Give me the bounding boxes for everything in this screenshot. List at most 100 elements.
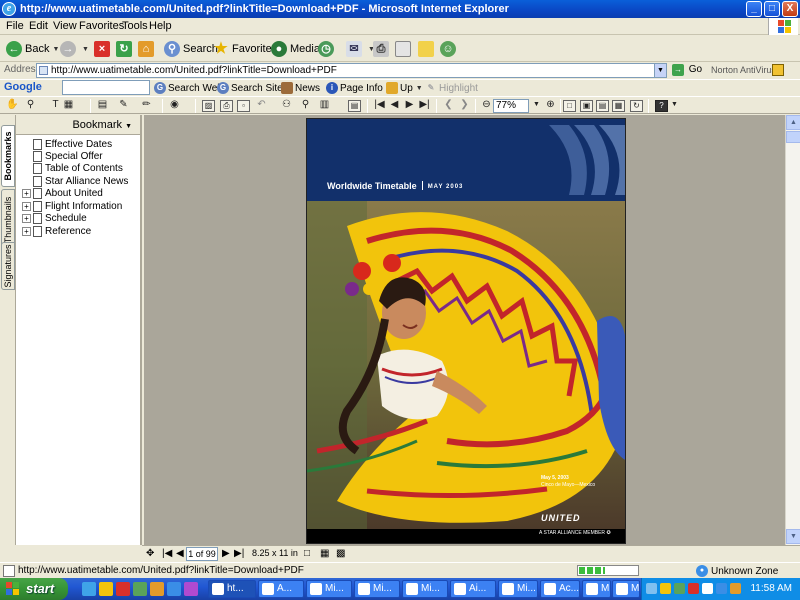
media-button[interactable]: ● Media (271, 39, 320, 59)
up-dropdown-icon[interactable]: ▼ (416, 85, 423, 92)
task-button[interactable]: Mi... (306, 580, 352, 598)
discuss-button[interactable] (418, 39, 437, 59)
address-dropdown-button[interactable]: ▼ (654, 63, 667, 78)
scroll-up-button[interactable]: ▲ (786, 115, 800, 130)
first-page-button[interactable]: |◀ (162, 548, 172, 559)
move-pane-icon[interactable]: ✥ (146, 548, 154, 559)
tray-app-icon[interactable] (674, 583, 685, 594)
close-button[interactable]: X (782, 1, 798, 17)
note-tool-icon[interactable]: ▤ (96, 100, 109, 112)
tray-norton-icon[interactable] (660, 583, 671, 594)
continuous-icon[interactable]: ▦ (320, 548, 329, 559)
task-button[interactable]: Mi... (402, 580, 448, 598)
search-button[interactable]: ⚲ Search (164, 39, 218, 59)
task-button[interactable]: Mi... (498, 580, 538, 598)
title-bar[interactable]: e http://www.uatimetable.com/United.pdf?… (0, 0, 800, 18)
zoom-dropdown-icon[interactable]: ▼ (530, 100, 543, 112)
menu-edit[interactable]: Edit (29, 20, 48, 32)
bookmark-item[interactable]: Special Offer (22, 150, 103, 162)
address-input[interactable]: http://www.uatimetable.com/United.pdf?li… (36, 63, 667, 78)
find-binoculars-icon[interactable]: ⚇ (280, 100, 293, 112)
first-page-icon[interactable]: |◀ (373, 100, 386, 112)
tray-alert-icon[interactable] (688, 583, 699, 594)
home-button[interactable]: ⌂ (138, 39, 157, 59)
clock[interactable]: 11:58 AM (750, 583, 792, 594)
scroll-down-button[interactable]: ▼ (786, 529, 800, 544)
menu-file[interactable]: File (6, 20, 24, 32)
menu-favorites[interactable]: Favorites (79, 20, 124, 32)
single-page-icon[interactable]: □ (304, 548, 310, 559)
task-button[interactable]: Mi... (582, 580, 611, 598)
expand-icon[interactable]: + (22, 213, 31, 223)
mail-button[interactable]: ✉ ▼ (346, 39, 375, 59)
reflow-icon[interactable]: ▦ (612, 100, 625, 112)
scroll-thumb[interactable] (786, 131, 800, 143)
hand-tool-icon[interactable]: ✋ (6, 100, 19, 112)
task-button[interactable]: Mi... (612, 580, 640, 598)
last-page-icon[interactable]: ▶| (418, 100, 431, 112)
save-icon[interactable]: ▨ (202, 100, 215, 112)
bookmark-item[interactable]: + Flight Information (22, 200, 122, 212)
bookmark-item[interactable]: + Schedule (22, 212, 87, 224)
norton-antivirus-button[interactable]: Norton AntiVirus (711, 65, 776, 75)
news-button[interactable]: News (281, 82, 320, 94)
quicklaunch-desktop-icon[interactable] (167, 582, 181, 596)
google-search-input[interactable] (62, 80, 150, 95)
fit-width-icon[interactable]: ▤ (596, 100, 609, 112)
pencil-tool-icon[interactable]: ✎ (117, 100, 130, 112)
previous-page-button[interactable]: ◀ (176, 548, 184, 559)
refresh-button[interactable]: ↻ (116, 39, 135, 59)
print-pdf-icon[interactable]: ⎙ (220, 100, 233, 112)
acrobat-help-icon[interactable]: ? (655, 100, 668, 112)
pdf-page[interactable]: Worldwide Timetable MAY 2003 May 5, 2003… (306, 118, 626, 544)
fit-page-icon[interactable]: ▣ (580, 100, 593, 112)
bookmark-item[interactable]: Star Alliance News (22, 175, 128, 187)
search-site-button[interactable]: G Search Site (217, 82, 283, 94)
web-capture-icon[interactable]: ◉ (168, 100, 181, 112)
expand-icon[interactable]: + (22, 226, 31, 236)
quicklaunch-outlook-icon[interactable] (150, 582, 164, 596)
task-button-ie[interactable]: ht... (208, 580, 256, 598)
outline-icon[interactable]: ▤ (348, 100, 361, 112)
up-button[interactable]: Up ▼ (386, 82, 423, 94)
previous-view-icon[interactable]: ❮ (442, 100, 455, 112)
text-select-tool-icon[interactable]: T (49, 100, 62, 112)
next-view-icon[interactable]: ❯ (458, 100, 471, 112)
last-page-button[interactable]: ▶| (234, 548, 244, 559)
minimize-button[interactable]: _ (746, 1, 762, 17)
highlight-button[interactable]: ✎ Highlight (425, 82, 478, 94)
next-page-icon[interactable]: ▶ (403, 100, 416, 112)
tray-volume-icon[interactable] (702, 583, 713, 594)
search-pdf-icon[interactable]: ⚲ (299, 100, 312, 112)
back-button[interactable]: ← Back ▼ (6, 39, 59, 59)
zoom-in-icon[interactable]: ⊕ (544, 100, 557, 112)
menu-view[interactable]: View (53, 20, 77, 32)
tray-update-icon[interactable] (730, 583, 741, 594)
actual-size-icon[interactable]: □ (563, 100, 576, 112)
bookmark-item[interactable]: + About United (22, 187, 103, 199)
tab-signatures[interactable]: Signatures (1, 242, 15, 290)
security-zone[interactable]: ● Unknown Zone (696, 565, 778, 577)
print-button[interactable]: ⎙ (373, 39, 392, 59)
tray-network-icon[interactable] (646, 583, 657, 594)
quicklaunch-ie-icon[interactable] (82, 582, 96, 596)
task-button[interactable]: Ai... (450, 580, 496, 598)
quicklaunch-extra-icon[interactable] (184, 582, 198, 596)
menu-help[interactable]: Help (149, 20, 172, 32)
back-dropdown-icon[interactable]: ▼ (52, 46, 59, 53)
expand-icon[interactable]: + (22, 201, 31, 211)
tray-messenger-icon[interactable] (716, 583, 727, 594)
zoom-tool-icon[interactable]: ⚲ (24, 100, 37, 112)
zoom-out-icon[interactable]: ⊖ (480, 100, 493, 112)
forward-dropdown-icon[interactable]: ▼ (82, 46, 89, 53)
tab-bookmarks[interactable]: Bookmarks (1, 125, 15, 187)
task-button[interactable]: A... (258, 580, 304, 598)
quicklaunch-folder-icon[interactable] (99, 582, 113, 596)
task-button[interactable]: Ac... (540, 580, 580, 598)
search-web-button[interactable]: G Search Web (154, 82, 223, 94)
start-button[interactable]: start (0, 578, 68, 600)
highlight-tool-icon[interactable]: ✏ (140, 100, 153, 112)
bookmark-menu-button[interactable]: Bookmark ▼ (16, 115, 140, 135)
copy-icon[interactable]: ▫ (237, 100, 250, 112)
forward-button[interactable]: → ▼ (60, 39, 89, 59)
